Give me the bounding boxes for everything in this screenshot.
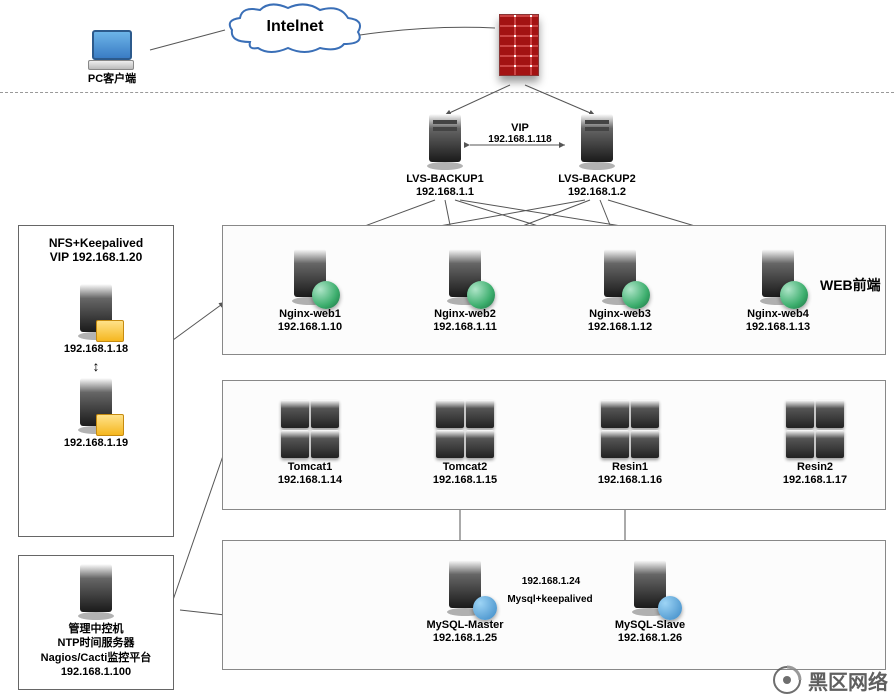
pc-icon bbox=[88, 30, 136, 70]
resin1-ip: 192.168.1.16 bbox=[575, 474, 685, 486]
web-zone-title: WEB前端 bbox=[820, 275, 881, 295]
server-grid-icon bbox=[281, 400, 339, 458]
tomcat2-name: Tomcat2 bbox=[410, 460, 520, 474]
nfs2-ip: 192.168.1.19 bbox=[41, 436, 151, 450]
mysql-master-name: MySQL-Master bbox=[410, 618, 520, 632]
mysql-slave: MySQL-Slave 192.168.1.26 bbox=[595, 558, 705, 644]
mgmt-ip: 192.168.1.100 bbox=[19, 665, 173, 679]
server-icon bbox=[425, 112, 465, 170]
watermark-text: 黑区网络 bbox=[808, 666, 888, 695]
mgmt-l2: NTP时间服务器 bbox=[19, 636, 173, 650]
watermark: 黑区网络 bbox=[772, 665, 888, 695]
server-folder-icon bbox=[76, 282, 116, 340]
nginx-web2: Nginx-web2 192.168.1.11 bbox=[415, 247, 515, 333]
server-icon bbox=[577, 112, 617, 170]
tomcat2-ip: 192.168.1.15 bbox=[410, 474, 520, 486]
server-grid-icon bbox=[436, 400, 494, 458]
db-zone bbox=[222, 540, 886, 670]
lvs-backup2: LVS-BACKUP2 192.168.1.2 bbox=[557, 112, 637, 198]
nginx1-ip: 192.168.1.10 bbox=[260, 321, 360, 333]
server-grid-icon bbox=[786, 400, 844, 458]
server-grid-icon bbox=[601, 400, 659, 458]
lvs-backup1: LVS-BACKUP1 192.168.1.1 bbox=[405, 112, 485, 198]
server-globe-icon bbox=[758, 247, 798, 305]
nginx4-name: Nginx-web4 bbox=[728, 307, 828, 321]
nginx3-name: Nginx-web3 bbox=[570, 307, 670, 321]
nginx3-ip: 192.168.1.12 bbox=[570, 321, 670, 333]
server-disk-icon bbox=[445, 558, 485, 616]
vip-label: VIP bbox=[480, 122, 560, 134]
lvs1-name: LVS-BACKUP1 bbox=[405, 172, 485, 186]
server-globe-icon bbox=[290, 247, 330, 305]
server-globe-icon bbox=[445, 247, 485, 305]
server-disk-icon bbox=[630, 558, 670, 616]
nfs-title2: VIP 192.168.1.20 bbox=[27, 250, 165, 264]
mysql-master-ip: 192.168.1.25 bbox=[410, 632, 520, 644]
server-globe-icon bbox=[600, 247, 640, 305]
mysql-slave-ip: 192.168.1.26 bbox=[595, 632, 705, 644]
server-folder-icon bbox=[76, 376, 116, 434]
resin2: Resin2 192.168.1.17 bbox=[760, 400, 870, 486]
tomcat1-ip: 192.168.1.14 bbox=[255, 474, 365, 486]
mgmt-l3: Nagios/Cacti监控平台 bbox=[19, 651, 173, 665]
pc-label: PC客户端 bbox=[72, 72, 152, 86]
tomcat1-name: Tomcat1 bbox=[255, 460, 365, 474]
mysql-slave-name: MySQL-Slave bbox=[595, 618, 705, 632]
nginx2-name: Nginx-web2 bbox=[415, 307, 515, 321]
nginx2-ip: 192.168.1.11 bbox=[415, 321, 515, 333]
resin1: Resin1 192.168.1.16 bbox=[575, 400, 685, 486]
mgmt-box: 管理中控机 NTP时间服务器 Nagios/Cacti监控平台 192.168.… bbox=[18, 555, 174, 690]
divider-line bbox=[0, 92, 894, 93]
vip-ip: 192.168.1.118 bbox=[480, 134, 560, 145]
lvs2-ip: 192.168.1.2 bbox=[557, 186, 637, 198]
pc-client: PC客户端 bbox=[72, 30, 152, 86]
nfs-link-icon: ↕ bbox=[83, 358, 109, 374]
cloud-label: Intelnet bbox=[220, 18, 370, 36]
lvs1-ip: 192.168.1.1 bbox=[405, 186, 485, 198]
nfs-box: NFS+Keepalived VIP 192.168.1.20 192.168.… bbox=[18, 225, 174, 537]
nginx-web3: Nginx-web3 192.168.1.12 bbox=[570, 247, 670, 333]
internet-cloud: Intelnet bbox=[220, 2, 370, 57]
nfs-title1: NFS+Keepalived bbox=[27, 236, 165, 250]
nginx-web4: Nginx-web4 192.168.1.13 bbox=[728, 247, 828, 333]
db-ha: Mysql+keepalived bbox=[500, 594, 600, 605]
nginx-web1: Nginx-web1 192.168.1.10 bbox=[260, 247, 360, 333]
db-vip: 192.168.1.24 bbox=[508, 576, 594, 587]
tomcat1: Tomcat1 192.168.1.14 bbox=[255, 400, 365, 486]
nginx1-name: Nginx-web1 bbox=[260, 307, 360, 321]
nfs1-ip: 192.168.1.18 bbox=[41, 342, 151, 356]
resin1-name: Resin1 bbox=[575, 460, 685, 474]
tomcat2: Tomcat2 192.168.1.15 bbox=[410, 400, 520, 486]
mgmt-l1: 管理中控机 bbox=[19, 622, 173, 636]
vip-label-block: VIP 192.168.1.118 bbox=[480, 122, 560, 145]
mgmt-server bbox=[41, 562, 151, 620]
resin2-name: Resin2 bbox=[760, 460, 870, 474]
resin2-ip: 192.168.1.17 bbox=[760, 474, 870, 486]
nfs-server1: 192.168.1.18 bbox=[41, 282, 151, 356]
watermark-icon bbox=[772, 665, 802, 695]
nfs-server2: 192.168.1.19 bbox=[41, 376, 151, 450]
server-icon bbox=[76, 562, 116, 620]
firewall-icon bbox=[493, 14, 543, 84]
lvs2-name: LVS-BACKUP2 bbox=[557, 172, 637, 186]
nginx4-ip: 192.168.1.13 bbox=[728, 321, 828, 333]
firewall bbox=[488, 14, 548, 84]
